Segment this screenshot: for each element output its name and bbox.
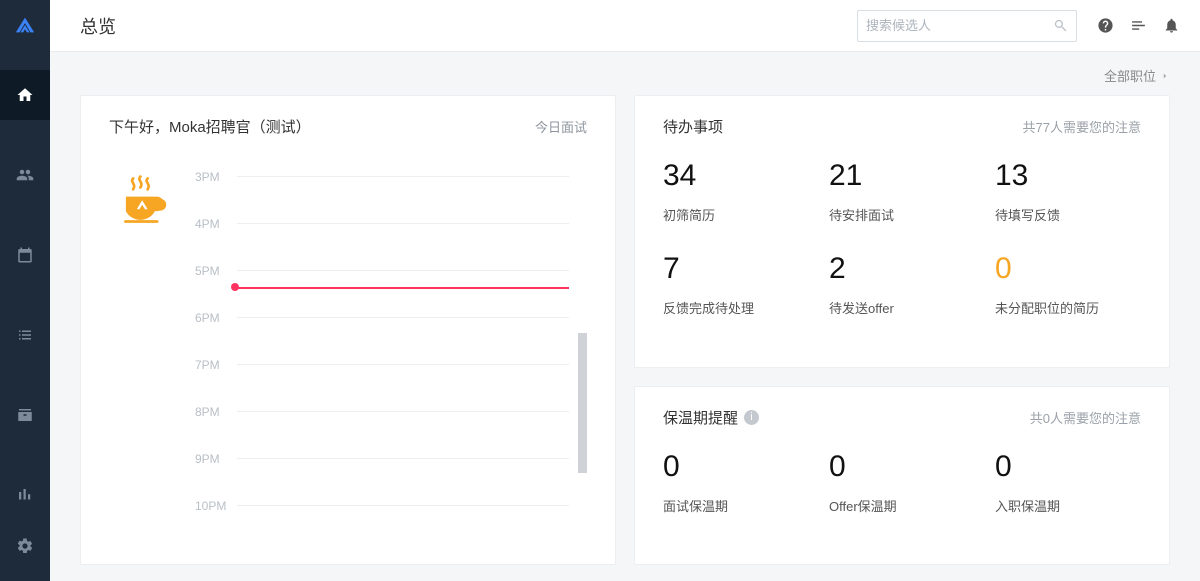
nav-settings[interactable] (0, 521, 50, 571)
stat-label: 面试保温期 (663, 496, 809, 515)
topbar: 总览 (50, 0, 1200, 52)
time-label: 4PM (195, 217, 237, 231)
chevron-right-icon (1160, 71, 1170, 81)
top-icons (1097, 17, 1180, 34)
search-input[interactable] (866, 18, 1047, 33)
scrollbar[interactable] (577, 153, 587, 544)
stat-number: 0 (829, 452, 975, 482)
scrollbar-thumb[interactable] (578, 333, 587, 473)
stat-item[interactable]: 21 待安排面试 (829, 161, 975, 224)
search-icon[interactable] (1053, 18, 1068, 33)
stat-number: 34 (663, 161, 809, 191)
time-label: 7PM (195, 358, 237, 372)
stat-label: 待发送offer (829, 298, 975, 317)
todo-title: 待办事项 (663, 116, 723, 137)
time-gridline (237, 505, 569, 506)
nav-home[interactable] (0, 70, 50, 120)
stat-label: Offer保温期 (829, 496, 975, 515)
all-positions-text: 全部职位 (1104, 66, 1156, 85)
warm-card: 保温期提醒 i 共0人需要您的注意 0 面试保温期 0 Offer保温期 0 入职保温期 (634, 386, 1170, 566)
time-row: 6PM (195, 294, 569, 341)
stat-item[interactable]: 0 未分配职位的简历 (995, 254, 1141, 317)
time-label: 3PM (195, 170, 237, 184)
menu-icon[interactable] (1130, 17, 1147, 34)
time-row: 10PM (195, 482, 569, 529)
stat-label: 反馈完成待处理 (663, 298, 809, 317)
nav-stats[interactable] (0, 470, 50, 520)
time-gridline (237, 458, 569, 459)
time-gridline (237, 223, 569, 224)
greeting-text: 下午好，Moka招聘官（测试） (109, 116, 311, 137)
all-positions-link[interactable]: 全部职位 (1104, 66, 1170, 85)
bell-icon[interactable] (1163, 17, 1180, 34)
stat-item[interactable]: 0 入职保温期 (995, 452, 1141, 515)
nav-calendar[interactable] (0, 230, 50, 280)
stat-number: 13 (995, 161, 1141, 191)
time-gridline (237, 176, 569, 177)
help-icon[interactable] (1097, 17, 1114, 34)
todo-note: 共77人需要您的注意 (1023, 117, 1141, 136)
time-label: 5PM (195, 264, 237, 278)
time-label: 10PM (195, 499, 237, 513)
time-row: 8PM (195, 388, 569, 435)
stat-number: 0 (995, 254, 1141, 284)
stat-item[interactable]: 2 待发送offer (829, 254, 975, 317)
time-gridline (237, 270, 569, 271)
stat-number: 0 (995, 452, 1141, 482)
today-interview-link[interactable]: 今日面试 (535, 117, 587, 136)
stat-item[interactable]: 34 初筛简历 (663, 161, 809, 224)
time-gridline (237, 411, 569, 412)
nav-archive[interactable] (0, 390, 50, 440)
time-row: 9PM (195, 435, 569, 482)
page-title: 总览 (80, 13, 116, 39)
stat-label: 未分配职位的简历 (995, 298, 1141, 317)
stat-number: 7 (663, 254, 809, 284)
stat-number: 2 (829, 254, 975, 284)
info-icon[interactable]: i (744, 410, 759, 425)
logo (0, 0, 50, 50)
stat-item[interactable]: 7 反馈完成待处理 (663, 254, 809, 317)
nav-people[interactable] (0, 150, 50, 200)
time-gridline (237, 317, 569, 318)
time-gridline (237, 364, 569, 365)
nav-list[interactable] (0, 310, 50, 360)
schedule-card: 下午好，Moka招聘官（测试） 今日面试 (80, 95, 616, 565)
stat-number: 0 (663, 452, 809, 482)
stat-label: 待安排面试 (829, 205, 975, 224)
stat-item[interactable]: 13 待填写反馈 (995, 161, 1141, 224)
stat-item[interactable]: 0 Offer保温期 (829, 452, 975, 515)
stat-label: 待填写反馈 (995, 205, 1141, 224)
warm-note: 共0人需要您的注意 (1030, 408, 1141, 427)
coffee-icon (115, 173, 173, 236)
time-label: 6PM (195, 311, 237, 325)
warm-title: 保温期提醒 (663, 407, 738, 428)
time-row: 7PM (195, 341, 569, 388)
timeline[interactable]: 3PM 4PM 5PM 6PM 7PM 8PM 9PM 10PM (195, 153, 587, 544)
stat-number: 21 (829, 161, 975, 191)
current-time-line (235, 287, 569, 289)
time-row: 4PM (195, 200, 569, 247)
stat-label: 入职保温期 (995, 496, 1141, 515)
time-row: 3PM (195, 153, 569, 200)
todo-card: 待办事项 共77人需要您的注意 34 初筛简历 21 待安排面试 13 待填写反馈 7 反馈完… (634, 95, 1170, 368)
time-label: 8PM (195, 405, 237, 419)
sidebar (0, 0, 50, 581)
stat-label: 初筛简历 (663, 205, 809, 224)
search-box[interactable] (857, 10, 1077, 42)
time-label: 9PM (195, 452, 237, 466)
stat-item[interactable]: 0 面试保温期 (663, 452, 809, 515)
